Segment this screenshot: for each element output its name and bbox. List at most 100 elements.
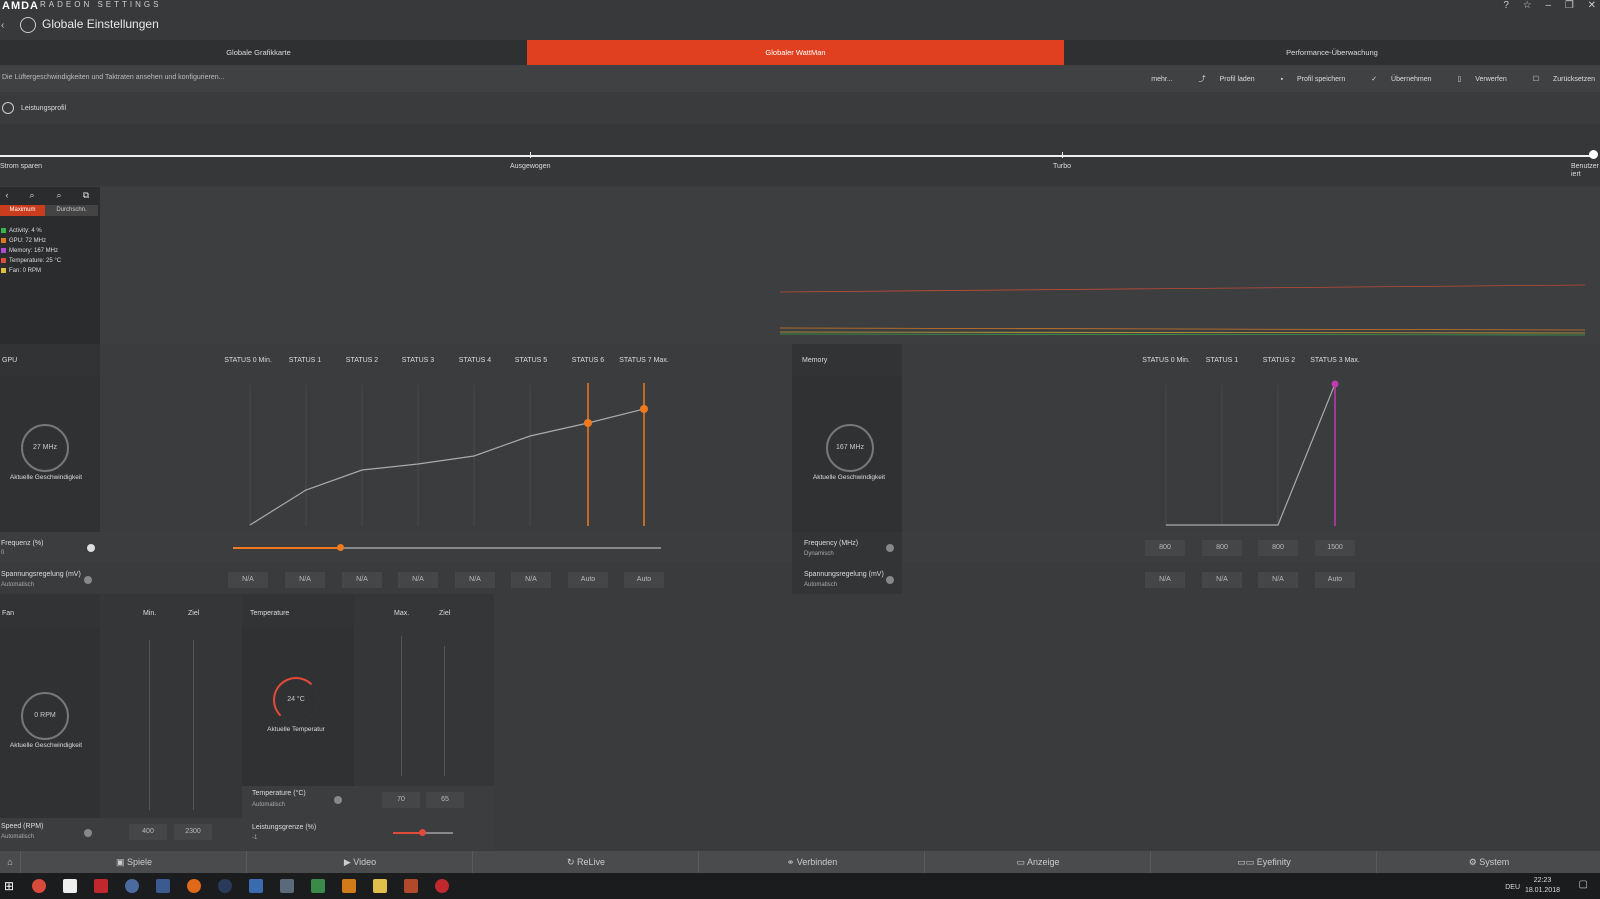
home-icon[interactable]: ⌂ (0, 851, 20, 873)
fan-speed-toggle[interactable] (84, 829, 92, 837)
tab-performance-monitoring[interactable]: Performance-Überwachung (1064, 40, 1600, 65)
apply-button[interactable]: ✓ Übernehmen (1359, 76, 1431, 83)
legend-item[interactable]: Memory: 167 MHz (1, 246, 61, 256)
discard-button[interactable]: ▯ Verwerfen (1445, 76, 1506, 83)
profile-custom[interactable]: Benutzer iert (1571, 163, 1599, 179)
windows-start-icon[interactable]: ⊞ (4, 879, 14, 893)
memory-voltage-cell[interactable]: N/A (1145, 572, 1185, 588)
gpu-frequency-toggle[interactable] (87, 544, 95, 552)
gpu-voltage-cell[interactable]: N/A (398, 572, 438, 588)
gpu-voltage-cell[interactable]: Auto (568, 572, 608, 588)
file-explorer-icon[interactable] (373, 879, 387, 893)
toolbar: Die Lüftergeschwindigkeiten und Taktrate… (0, 65, 1600, 92)
notification-icon[interactable]: ▢ (1579, 879, 1588, 890)
app-icon[interactable] (249, 879, 263, 893)
chrome-icon[interactable] (32, 879, 46, 893)
steam-icon[interactable] (218, 879, 232, 893)
expand-icon[interactable]: ⧉ (79, 190, 93, 202)
app-icon[interactable] (125, 879, 139, 893)
profile-slider-handle[interactable] (1589, 150, 1598, 159)
temperature-max-value[interactable]: 70 (382, 792, 420, 808)
nav-display[interactable]: ▭ Anzeige (924, 851, 1151, 873)
profile-tick-balanced[interactable] (530, 152, 531, 158)
language-indicator[interactable]: DEU (1505, 884, 1520, 891)
graph-back-icon[interactable]: ‹ (0, 190, 14, 202)
taskbar-clock[interactable]: 22:23 18.01.2018 (1525, 876, 1560, 896)
temperature-max-track[interactable] (401, 636, 402, 776)
gpu-voltage-cell[interactable]: N/A (228, 572, 268, 588)
save-profile-button[interactable]: ▪ Profil speichern (1269, 76, 1346, 83)
nav-relive[interactable]: ↻ ReLive (472, 851, 699, 873)
memory-frequency-cell[interactable]: 800 (1145, 540, 1185, 556)
app-icon[interactable] (342, 879, 356, 893)
gpu-frequency-slider-handle[interactable] (337, 544, 344, 551)
temperature-toggle[interactable] (334, 796, 342, 804)
temperature-trace (779, 284, 1586, 293)
minimize-icon[interactable]: – (1546, 0, 1552, 11)
app-icon[interactable] (311, 879, 325, 893)
fan-target-value[interactable]: 2300 (174, 824, 212, 840)
zoom-in-icon[interactable]: ⌕ (25, 190, 39, 202)
temperature-target-track[interactable] (444, 646, 445, 776)
back-icon[interactable]: ‹ (1, 20, 4, 31)
average-button[interactable]: Durchschn. (45, 205, 98, 216)
radeon-icon[interactable] (435, 879, 449, 893)
app-icon[interactable] (404, 879, 418, 893)
profile-power-saving[interactable]: Strom sparen (0, 163, 42, 170)
more-link[interactable]: mehr... (1151, 76, 1172, 83)
profile-turbo[interactable]: Turbo (1053, 163, 1071, 170)
amd-logo: AMDA (2, 0, 39, 12)
memory-frequency-toggle[interactable] (886, 544, 894, 552)
power-limit-slider-handle[interactable] (418, 829, 426, 836)
lightning-app-icon[interactable] (94, 879, 108, 893)
monitoring-graph-svg (779, 284, 1586, 336)
memory-voltage-toggle[interactable] (886, 576, 894, 584)
star-icon[interactable]: ☆ (1523, 0, 1532, 11)
gpu-voltage-toggle[interactable] (84, 576, 92, 584)
memory-frequency-cell[interactable]: 1500 (1315, 540, 1355, 556)
memory-voltage-cell[interactable]: N/A (1258, 572, 1298, 588)
legend-item[interactable]: Fan: 0 RPM (1, 266, 61, 276)
legend-item[interactable]: GPU: 72 MHz (1, 236, 61, 246)
gpu-voltage-cell[interactable]: Auto (624, 572, 664, 588)
fan-min-value[interactable]: 400 (129, 824, 167, 840)
gpu-voltage-cell[interactable]: N/A (285, 572, 325, 588)
gpu-state-7-handle[interactable] (640, 405, 648, 413)
profile-balanced[interactable]: Ausgewogen (510, 163, 550, 170)
nav-video[interactable]: ▶ Video (246, 851, 473, 873)
tab-global-wattman[interactable]: Globaler WattMan (527, 40, 1064, 65)
memory-voltage-cell[interactable]: N/A (1202, 572, 1242, 588)
load-profile-button[interactable]: ⤴ Profil laden (1187, 76, 1255, 83)
fan-target-track[interactable] (193, 640, 194, 810)
legend-item[interactable]: Activity: 4 % (1, 226, 61, 236)
legend-item[interactable]: Temperature: 25 °C (1, 256, 61, 266)
maximize-icon[interactable]: ❐ (1565, 0, 1574, 11)
zoom-out-icon[interactable]: ⌕ (52, 190, 66, 202)
memory-voltage-cell[interactable]: Auto (1315, 572, 1355, 588)
gpu-voltage-cell[interactable]: N/A (455, 572, 495, 588)
reset-button[interactable]: ☐ Zurücksetzen (1521, 76, 1595, 83)
profile-slider-track[interactable] (0, 155, 1592, 157)
close-icon[interactable]: ✕ (1588, 0, 1596, 11)
fan-min-track[interactable] (149, 640, 150, 810)
document-icon[interactable] (63, 879, 77, 893)
memory-frequency-cell[interactable]: 800 (1258, 540, 1298, 556)
gpu-state-6-handle[interactable] (584, 419, 592, 427)
nav-eyefinity[interactable]: ▭▭ Eyefinity (1150, 851, 1377, 873)
nav-connect[interactable]: ⚭ Verbinden (698, 851, 925, 873)
memory-frequency-cell[interactable]: 800 (1202, 540, 1242, 556)
origin-icon[interactable] (187, 879, 201, 893)
profile-tick-turbo[interactable] (1062, 152, 1063, 158)
gpu-voltage-cell[interactable]: N/A (342, 572, 382, 588)
memory-speed-caption: Aktuelle Geschwindigkeit (812, 474, 886, 481)
nav-system[interactable]: ⚙ System (1376, 851, 1600, 873)
memory-state-3-handle[interactable] (1331, 380, 1339, 388)
app-icon[interactable] (156, 879, 170, 893)
app-icon[interactable] (280, 879, 294, 893)
tab-global-graphics[interactable]: Globale Grafikkarte (0, 40, 517, 65)
temperature-target-value[interactable]: 65 (426, 792, 464, 808)
help-icon[interactable]: ? (1503, 0, 1509, 11)
gpu-voltage-cell[interactable]: N/A (511, 572, 551, 588)
nav-games[interactable]: ▣ Spiele (20, 851, 247, 873)
maximum-button[interactable]: Maximum (0, 205, 45, 216)
